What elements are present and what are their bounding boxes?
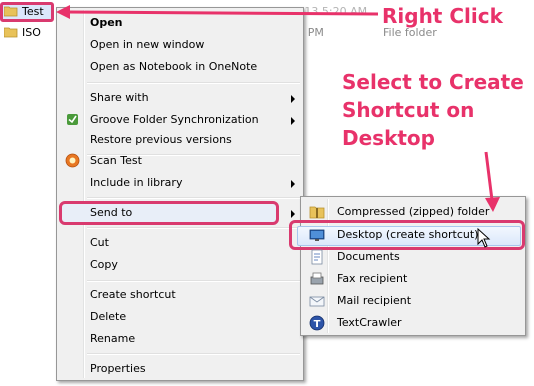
desktop-arrow-head: [485, 197, 500, 212]
mouse-cursor-icon: [477, 227, 491, 248]
right-click-arrow-head: [56, 5, 70, 19]
right-click-arrow-line: [65, 10, 379, 16]
annotation-overlay: [56, 5, 500, 248]
desktop-arrow-line: [484, 151, 494, 201]
